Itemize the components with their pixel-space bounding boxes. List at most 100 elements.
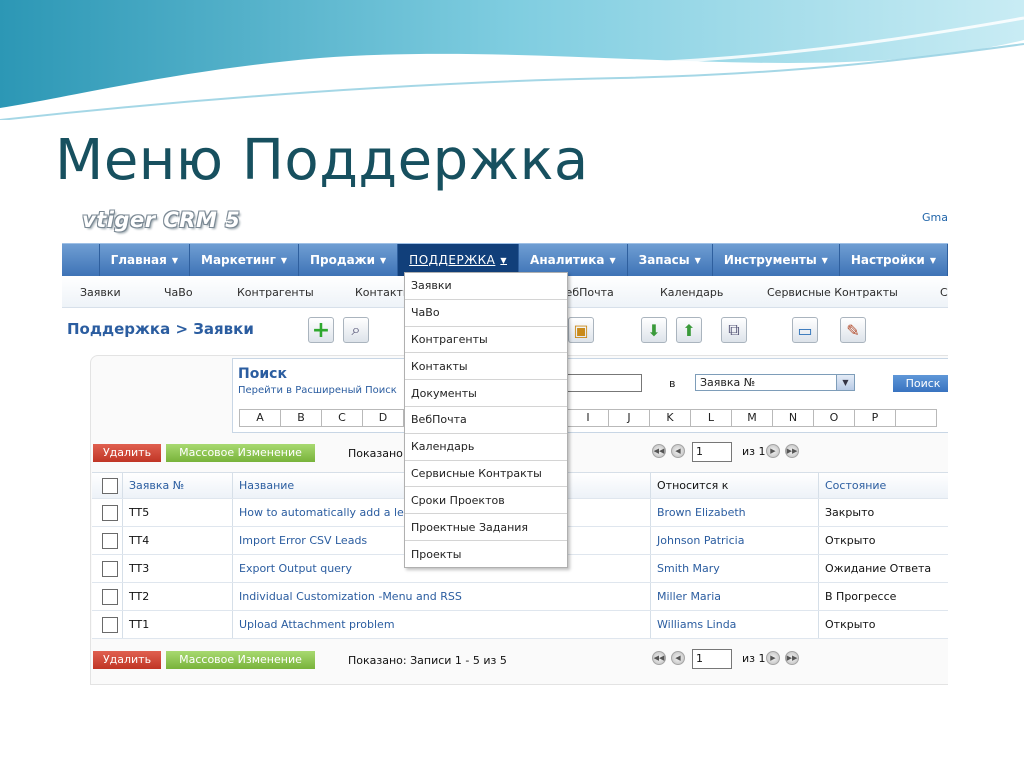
row-checkbox[interactable]	[102, 616, 118, 633]
last-page-icon[interactable]: ▶▶	[785, 444, 799, 458]
alpha-o[interactable]: O	[813, 409, 855, 427]
menu-item-calendar[interactable]: Календарь	[405, 434, 567, 461]
related-contact-link[interactable]: Smith Mary	[650, 555, 818, 582]
col-ticket-no[interactable]: Заявка №	[122, 473, 232, 498]
mass-edit-button-bottom[interactable]: Массовое Изменение	[166, 651, 315, 669]
ticket-title-link[interactable]: Individual Customization -Menu and RSS	[232, 583, 650, 610]
prev-page-icon[interactable]: ◀	[671, 651, 685, 665]
import-icon[interactable]: ⬇	[641, 317, 667, 343]
col-status[interactable]: Состояние	[818, 473, 948, 498]
menu-item-webmail[interactable]: ВебПочта	[405, 407, 567, 434]
menu-item-tickets[interactable]: Заявки	[405, 273, 567, 300]
delete-button[interactable]: Удалить	[93, 444, 161, 462]
chevron-down-icon: ▼	[694, 255, 701, 265]
sub-nav-calendar[interactable]: Календарь	[660, 286, 723, 299]
alpha-p[interactable]: P	[854, 409, 896, 427]
row-checkbox[interactable]	[102, 504, 118, 521]
nav-item-settings[interactable]: Настройки ▼	[840, 244, 948, 276]
menu-item-projects[interactable]: Проекты	[405, 541, 567, 568]
sub-nav-faq[interactable]: ЧаВо	[164, 286, 193, 299]
chevron-down-icon: ▼	[929, 255, 936, 265]
clipboard-icon[interactable]: ▣	[568, 317, 594, 343]
next-page-icon[interactable]: ▶	[766, 651, 780, 665]
col-related-to: Относится к	[650, 473, 818, 498]
alpha-i[interactable]: I	[567, 409, 609, 427]
alpha-l[interactable]: L	[690, 409, 732, 427]
row-checkbox[interactable]	[102, 560, 118, 577]
page-input[interactable]: 1	[692, 442, 732, 462]
alpha-j[interactable]: J	[608, 409, 650, 427]
ticket-status: В Прогрессе	[818, 583, 948, 610]
row-checkbox-cell	[92, 611, 122, 638]
menu-item-faq[interactable]: ЧаВо	[405, 300, 567, 327]
row-checkbox[interactable]	[102, 532, 118, 549]
select-all-checkbox[interactable]	[102, 477, 118, 494]
nav-item-home[interactable]: Главная ▼	[100, 244, 190, 276]
nav-home-tab[interactable]	[62, 244, 100, 276]
menu-item-service-contracts[interactable]: Сервисные Контракты	[405, 461, 567, 488]
records-shown-bottom: Показано: Записи 1 - 5 из 5	[348, 654, 507, 667]
first-page-icon[interactable]: ◀◀	[652, 651, 666, 665]
related-contact-link[interactable]: Miller Maria	[650, 583, 818, 610]
search-icon[interactable]: ⌕	[343, 317, 369, 343]
tools-icon[interactable]: ✎	[840, 317, 866, 343]
ticket-status: Ожидание Ответа	[818, 555, 948, 582]
alpha-q[interactable]	[895, 409, 937, 427]
alpha-c[interactable]: C	[321, 409, 363, 427]
support-dropdown-menu: Заявки ЧаВо Контрагенты Контакты Докумен…	[404, 272, 568, 568]
nav-item-inventory[interactable]: Запасы ▼	[628, 244, 713, 276]
alpha-k[interactable]: K	[649, 409, 691, 427]
plus-icon[interactable]: +	[308, 317, 334, 343]
search-button[interactable]: Поиск	[893, 375, 948, 392]
crm-screenshot: vtiger CRM 5 Gma Главная ▼ Маркетинг ▼ Про…	[62, 203, 948, 690]
nav-item-marketing[interactable]: Маркетинг ▼	[190, 244, 299, 276]
alpha-d[interactable]: D	[362, 409, 404, 427]
ticket-title-link[interactable]: Upload Attachment problem	[232, 611, 650, 638]
mass-edit-button[interactable]: Массовое Изменение	[166, 444, 315, 462]
page-input[interactable]: 1	[692, 649, 732, 669]
menu-item-documents[interactable]: Документы	[405, 380, 567, 407]
ticket-status: Открыто	[818, 611, 948, 638]
sub-nav-accounts[interactable]: Контрагенты	[237, 286, 314, 299]
related-contact-link[interactable]: Williams Linda	[650, 611, 818, 638]
menu-item-contacts[interactable]: Контакты	[405, 353, 567, 381]
nav-item-tools[interactable]: Инструменты ▼	[713, 244, 840, 276]
sub-nav-tickets[interactable]: Заявки	[80, 286, 121, 299]
menu-item-project-milestones[interactable]: Сроки Проектов	[405, 487, 567, 515]
first-page-icon[interactable]: ◀◀	[652, 444, 666, 458]
row-checkbox[interactable]	[102, 588, 118, 605]
search-title: Поиск	[238, 366, 287, 382]
row-checkbox-cell	[92, 499, 122, 526]
prev-page-icon[interactable]: ◀	[671, 444, 685, 458]
menu-item-project-tasks[interactable]: Проектные Задания	[405, 514, 567, 541]
sub-nav-more[interactable]: С	[940, 286, 948, 299]
ticket-status: Открыто	[818, 527, 948, 554]
sub-nav-service-contracts[interactable]: Сервисные Контракты	[767, 286, 898, 299]
search-field-select[interactable]: Заявка № ▼	[695, 374, 855, 391]
last-page-icon[interactable]: ▶▶	[785, 651, 799, 665]
user-link[interactable]: Gma	[922, 211, 948, 224]
find-duplicates-icon[interactable]: ⧉	[721, 317, 747, 343]
breadcrumb: Поддержка > Заявки	[67, 320, 254, 338]
records-shown-top: Показано:	[348, 447, 407, 460]
advanced-search-link[interactable]: Перейти в Расширеный Поиск	[238, 385, 397, 396]
row-checkbox-cell	[92, 583, 122, 610]
related-contact-link[interactable]: Brown Elizabeth	[650, 499, 818, 526]
related-contact-link[interactable]: Johnson Patricia	[650, 527, 818, 554]
ticket-no: TT5	[122, 499, 232, 526]
export-icon[interactable]: ⬆	[676, 317, 702, 343]
next-page-icon[interactable]: ▶	[766, 444, 780, 458]
alpha-m[interactable]: M	[731, 409, 773, 427]
menu-item-accounts[interactable]: Контрагенты	[405, 327, 567, 354]
alpha-a[interactable]: A	[239, 409, 281, 427]
delete-button-bottom[interactable]: Удалить	[93, 651, 161, 669]
pager-bottom: ◀◀ ◀ 1 из 1 ▶ ▶▶	[652, 649, 802, 669]
row-checkbox-cell	[92, 527, 122, 554]
alpha-n[interactable]: N	[772, 409, 814, 427]
chevron-down-icon: ▼	[821, 255, 828, 265]
alpha-b[interactable]: B	[280, 409, 322, 427]
settings-icon[interactable]: ▭	[792, 317, 818, 343]
vtiger-logo: vtiger CRM 5	[82, 208, 241, 232]
nav-item-sales[interactable]: Продажи ▼	[299, 244, 399, 276]
search-input[interactable]	[566, 374, 642, 392]
